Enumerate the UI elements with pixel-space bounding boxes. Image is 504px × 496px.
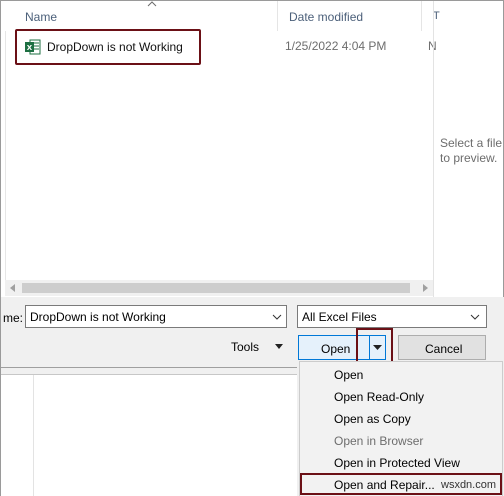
file-date-modified: 1/25/2022 4:04 PM xyxy=(285,39,387,53)
open-button-label: Open xyxy=(321,342,351,356)
horizontal-scrollbar[interactable] xyxy=(5,280,433,296)
file-name-input[interactable]: DropDown is not Working xyxy=(25,305,287,328)
menu-item-open-in-browser: Open in Browser xyxy=(334,434,424,448)
column-divider[interactable] xyxy=(277,1,278,31)
svg-text:X: X xyxy=(27,44,33,52)
open-options-menu: Open Open Read-Only Open as Copy Open in… xyxy=(299,361,503,496)
preview-placeholder: Select a file to preview. xyxy=(440,136,503,165)
footer-divider xyxy=(1,367,297,368)
menu-item-open-read-only[interactable]: Open Read-Only xyxy=(334,390,424,404)
list-left-divider xyxy=(5,1,6,280)
cancel-button-label: Cancel xyxy=(425,342,463,356)
file-name: DropDown is not Working xyxy=(47,40,183,54)
watermark: wsxdn.com xyxy=(441,479,497,491)
excel-file-icon: X xyxy=(25,39,41,55)
file-name-label: me: xyxy=(3,311,24,325)
column-date-modified-header[interactable]: Date modified xyxy=(289,10,363,24)
chevron-down-icon xyxy=(470,314,480,320)
tools-button[interactable]: Tools xyxy=(231,340,259,354)
scroll-left-icon[interactable] xyxy=(5,280,21,296)
file-name-input-value: DropDown is not Working xyxy=(30,310,166,324)
file-open-dialog: Name Date modified T X DropDown is not W… xyxy=(0,0,504,496)
menu-item-open[interactable]: Open xyxy=(334,368,363,382)
chevron-down-icon[interactable] xyxy=(272,312,282,322)
column-header: Name Date modified T xyxy=(5,1,440,31)
sort-ascending-icon xyxy=(147,1,157,7)
background-window xyxy=(1,374,297,496)
scroll-right-icon[interactable] xyxy=(417,280,433,296)
column-divider[interactable] xyxy=(421,1,422,31)
caret-down-icon xyxy=(275,344,283,349)
file-list-item[interactable]: X DropDown is not Working xyxy=(15,29,201,65)
menu-item-open-in-protected-view[interactable]: Open in Protected View xyxy=(334,456,460,470)
cancel-button[interactable]: Cancel xyxy=(398,335,486,360)
column-name-header[interactable]: Name xyxy=(25,10,57,24)
background-divider xyxy=(33,375,34,496)
file-type-filter-value: All Excel Files xyxy=(302,310,377,324)
preview-pane: Select a file to preview. xyxy=(433,1,504,297)
scrollbar-thumb[interactable] xyxy=(22,283,410,293)
menu-item-open-as-copy[interactable]: Open as Copy xyxy=(334,412,411,426)
file-type-filter[interactable]: All Excel Files xyxy=(297,305,487,328)
